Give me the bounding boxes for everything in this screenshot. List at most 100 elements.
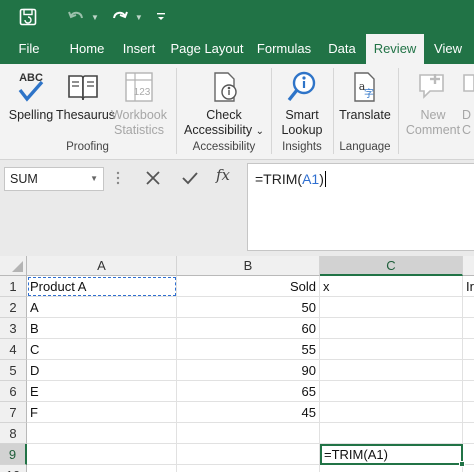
translate-label: Translate	[339, 108, 391, 122]
formula-input[interactable]: =TRIM(A1)	[247, 163, 474, 251]
cell-a3[interactable]: B	[27, 318, 177, 339]
tab-home[interactable]: Home	[64, 34, 110, 64]
thesaurus-button[interactable]: Thesaurus	[56, 70, 115, 123]
row-header[interactable]: 4	[0, 339, 27, 360]
tab-insert[interactable]: Insert	[117, 34, 161, 64]
tab-file[interactable]: File	[8, 34, 50, 64]
cell-b5[interactable]: 90	[177, 360, 320, 381]
cell-a2[interactable]: A	[27, 297, 177, 318]
column-header-b[interactable]: B	[177, 256, 320, 276]
cell-d4[interactable]	[463, 339, 474, 360]
enter-check-icon[interactable]	[180, 168, 200, 188]
row-header[interactable]: 3	[0, 318, 27, 339]
cell-a1[interactable]: Product A	[27, 276, 177, 297]
tab-formulas[interactable]: Formulas	[253, 34, 315, 64]
cell-d8[interactable]	[463, 423, 474, 444]
thesaurus-label: Thesaurus	[56, 108, 116, 122]
fill-handle[interactable]	[459, 461, 465, 467]
spelling-icon: ABC	[18, 72, 44, 102]
check-accessibility-line1: Check	[206, 108, 242, 122]
new-comment-button[interactable]: New Comment	[404, 70, 462, 138]
smart-lookup-icon	[287, 71, 316, 102]
more-options-icon[interactable]	[116, 170, 120, 186]
chevron-down-icon[interactable]: ▼	[90, 168, 98, 190]
group-label-insights: Insights	[282, 141, 322, 153]
cell-d7[interactable]	[463, 402, 474, 423]
cell-d3[interactable]	[463, 318, 474, 339]
select-all-button[interactable]	[0, 256, 27, 276]
cell-d6[interactable]	[463, 381, 474, 402]
column-header-d[interactable]	[463, 256, 474, 276]
cell-a10[interactable]	[27, 465, 177, 472]
cell-b3[interactable]: 60	[177, 318, 320, 339]
smart-lookup-button[interactable]: Smart Lookup	[276, 70, 328, 138]
text-caret	[324, 171, 326, 187]
cell-a8[interactable]	[27, 423, 177, 444]
undo-icon[interactable]	[67, 8, 85, 26]
cell-c10[interactable]	[320, 465, 463, 472]
row-header[interactable]: 5	[0, 360, 27, 381]
cell-d2[interactable]	[463, 297, 474, 318]
cell-d5[interactable]	[463, 360, 474, 381]
cell-a4[interactable]: C	[27, 339, 177, 360]
cell-a6[interactable]: E	[27, 381, 177, 402]
workbook-statistics-button[interactable]: 123 Workbook Statistics	[110, 70, 168, 138]
cell-a7[interactable]: F	[27, 402, 177, 423]
translate-button[interactable]: a 字 Translate	[337, 70, 393, 123]
name-box[interactable]: SUM ▼	[4, 167, 104, 191]
new-comment-line1: New	[420, 108, 446, 122]
delete-comment-button[interactable]: D C	[462, 70, 474, 138]
row-header[interactable]: 10	[0, 465, 27, 472]
formula-bar: SUM ▼ fx =TRIM(A1)	[0, 160, 474, 256]
svg-text:字: 字	[364, 87, 374, 100]
row-header[interactable]: 9	[0, 444, 27, 465]
tab-page-layout[interactable]: Page Layout	[168, 34, 246, 64]
cell-b1[interactable]: Sold	[177, 276, 320, 297]
cell-b2[interactable]: 50	[177, 297, 320, 318]
cell-c8[interactable]	[320, 423, 463, 444]
tab-view[interactable]: View	[428, 34, 468, 64]
tab-review[interactable]: Review	[366, 34, 424, 64]
accessibility-icon	[214, 72, 237, 102]
row-header[interactable]: 6	[0, 381, 27, 402]
cell-b7[interactable]: 45	[177, 402, 320, 423]
insert-function-icon[interactable]: fx	[216, 166, 230, 184]
group-label-language: Language	[339, 141, 391, 153]
check-accessibility-button[interactable]: Check Accessibility ⌄	[180, 70, 268, 139]
tab-data[interactable]: Data	[322, 34, 362, 64]
row-header[interactable]: 1	[0, 276, 27, 297]
cell-c9[interactable]: =TRIM(A1)	[320, 444, 463, 465]
cell-b8[interactable]	[177, 423, 320, 444]
cell-b4[interactable]: 55	[177, 339, 320, 360]
cell-c7[interactable]	[320, 402, 463, 423]
spelling-button[interactable]: ABC Spelling	[8, 70, 54, 123]
row-header[interactable]: 7	[0, 402, 27, 423]
group-label-accessibility: Accessibility	[192, 141, 256, 153]
cell-b9[interactable]	[177, 444, 320, 465]
undo-dropdown-icon[interactable]: ▼	[91, 13, 99, 22]
cell-c3[interactable]	[320, 318, 463, 339]
row-header[interactable]: 8	[0, 423, 27, 444]
delete-comment-icon	[463, 74, 474, 92]
redo-icon[interactable]	[111, 8, 129, 26]
row-header[interactable]: 2	[0, 297, 27, 318]
column-header-c[interactable]: C	[320, 256, 463, 276]
column-header-a[interactable]: A	[27, 256, 177, 276]
cell-b6[interactable]: 65	[177, 381, 320, 402]
cancel-icon[interactable]	[143, 168, 163, 188]
cell-c6[interactable]	[320, 381, 463, 402]
group-separator	[333, 68, 334, 154]
redo-dropdown-icon[interactable]: ▼	[135, 13, 143, 22]
autosave-icon[interactable]	[19, 8, 37, 26]
cell-a9[interactable]	[27, 444, 177, 465]
workbook-statistics-line1: Workbook	[110, 108, 168, 122]
customize-toolbar-icon[interactable]	[155, 11, 167, 23]
cell-c4[interactable]	[320, 339, 463, 360]
book-icon	[68, 75, 98, 101]
cell-b10[interactable]	[177, 465, 320, 472]
cell-c5[interactable]	[320, 360, 463, 381]
cell-c2[interactable]	[320, 297, 463, 318]
cell-c1[interactable]: x	[320, 276, 463, 297]
cell-d1[interactable]: Ir	[463, 276, 474, 297]
cell-a5[interactable]: D	[27, 360, 177, 381]
